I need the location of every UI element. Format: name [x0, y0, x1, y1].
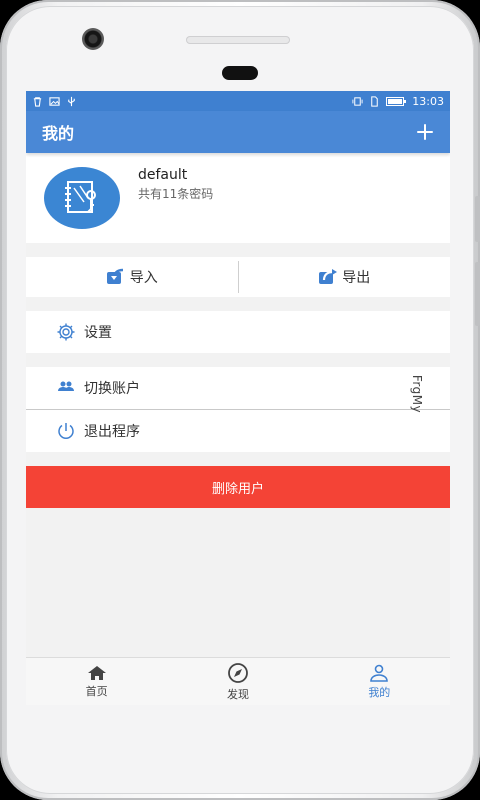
front-camera	[82, 28, 104, 50]
import-icon	[106, 268, 123, 284]
menu-item-exit[interactable]: 退出程序	[26, 410, 450, 452]
account-group: 切换账户 退出程序	[26, 367, 450, 452]
user-icon	[370, 664, 389, 682]
trash-icon	[33, 96, 42, 107]
import-label: 导入	[129, 270, 158, 286]
delete-user-button[interactable]: 删除用户	[26, 466, 450, 508]
tab-mine-label: 我的	[368, 685, 391, 699]
settings-group: 设置	[26, 311, 450, 353]
tab-home-label: 首页	[85, 684, 108, 698]
battery-icon	[386, 96, 407, 106]
notebook-icon	[65, 181, 96, 213]
tab-home[interactable]: 首页	[26, 658, 167, 705]
switch-account-label: 切换账户	[84, 381, 140, 397]
settings-label: 设置	[84, 325, 112, 341]
status-bar: 13:03	[26, 91, 450, 111]
power-icon	[56, 421, 76, 441]
import-export-row: 导入 导出	[26, 257, 450, 297]
earpiece-speaker	[186, 36, 290, 44]
usb-icon	[68, 96, 75, 106]
volume-button	[475, 196, 480, 242]
export-label: 导出	[342, 270, 371, 286]
users-icon	[56, 378, 76, 398]
phone-frame: 13:03 我的 default 共有11条密码 导入 导出 设置 切换账户 退…	[0, 0, 480, 800]
tab-discover[interactable]: 发现	[167, 658, 308, 705]
bottom-navigation: 首页 发现 我的	[26, 657, 450, 705]
menu-item-switch-account[interactable]: 切换账户	[26, 367, 450, 409]
delete-user-label: 删除用户	[211, 481, 264, 497]
sim-icon	[371, 95, 379, 107]
page-title: 我的	[42, 124, 75, 143]
profile-card[interactable]: default 共有11条密码	[26, 153, 450, 243]
menu-item-settings[interactable]: 设置	[26, 311, 450, 353]
home-icon	[87, 665, 106, 680]
side-overlay-text: FrgMy	[409, 374, 424, 414]
add-icon[interactable]	[414, 121, 436, 143]
import-button[interactable]: 导入	[26, 257, 238, 297]
app-screen: 13:03 我的 default 共有11条密码 导入 导出 设置 切换账户 退…	[26, 91, 450, 705]
status-time: 13:03	[412, 94, 444, 108]
tab-mine[interactable]: 我的	[309, 658, 450, 705]
export-button[interactable]: 导出	[239, 257, 451, 297]
user-name: default	[138, 166, 188, 183]
proximity-sensor	[222, 66, 258, 80]
avatar	[44, 167, 120, 229]
tab-discover-label: 发现	[226, 687, 249, 701]
vibrate-icon	[352, 96, 363, 106]
exit-label: 退出程序	[84, 424, 140, 440]
image-icon	[49, 96, 60, 106]
compass-icon	[228, 662, 248, 683]
app-bar: 我的	[26, 111, 450, 153]
gear-icon	[56, 322, 76, 342]
export-icon	[319, 269, 338, 284]
power-button	[475, 262, 480, 326]
password-count: 共有11条密码	[138, 186, 214, 201]
